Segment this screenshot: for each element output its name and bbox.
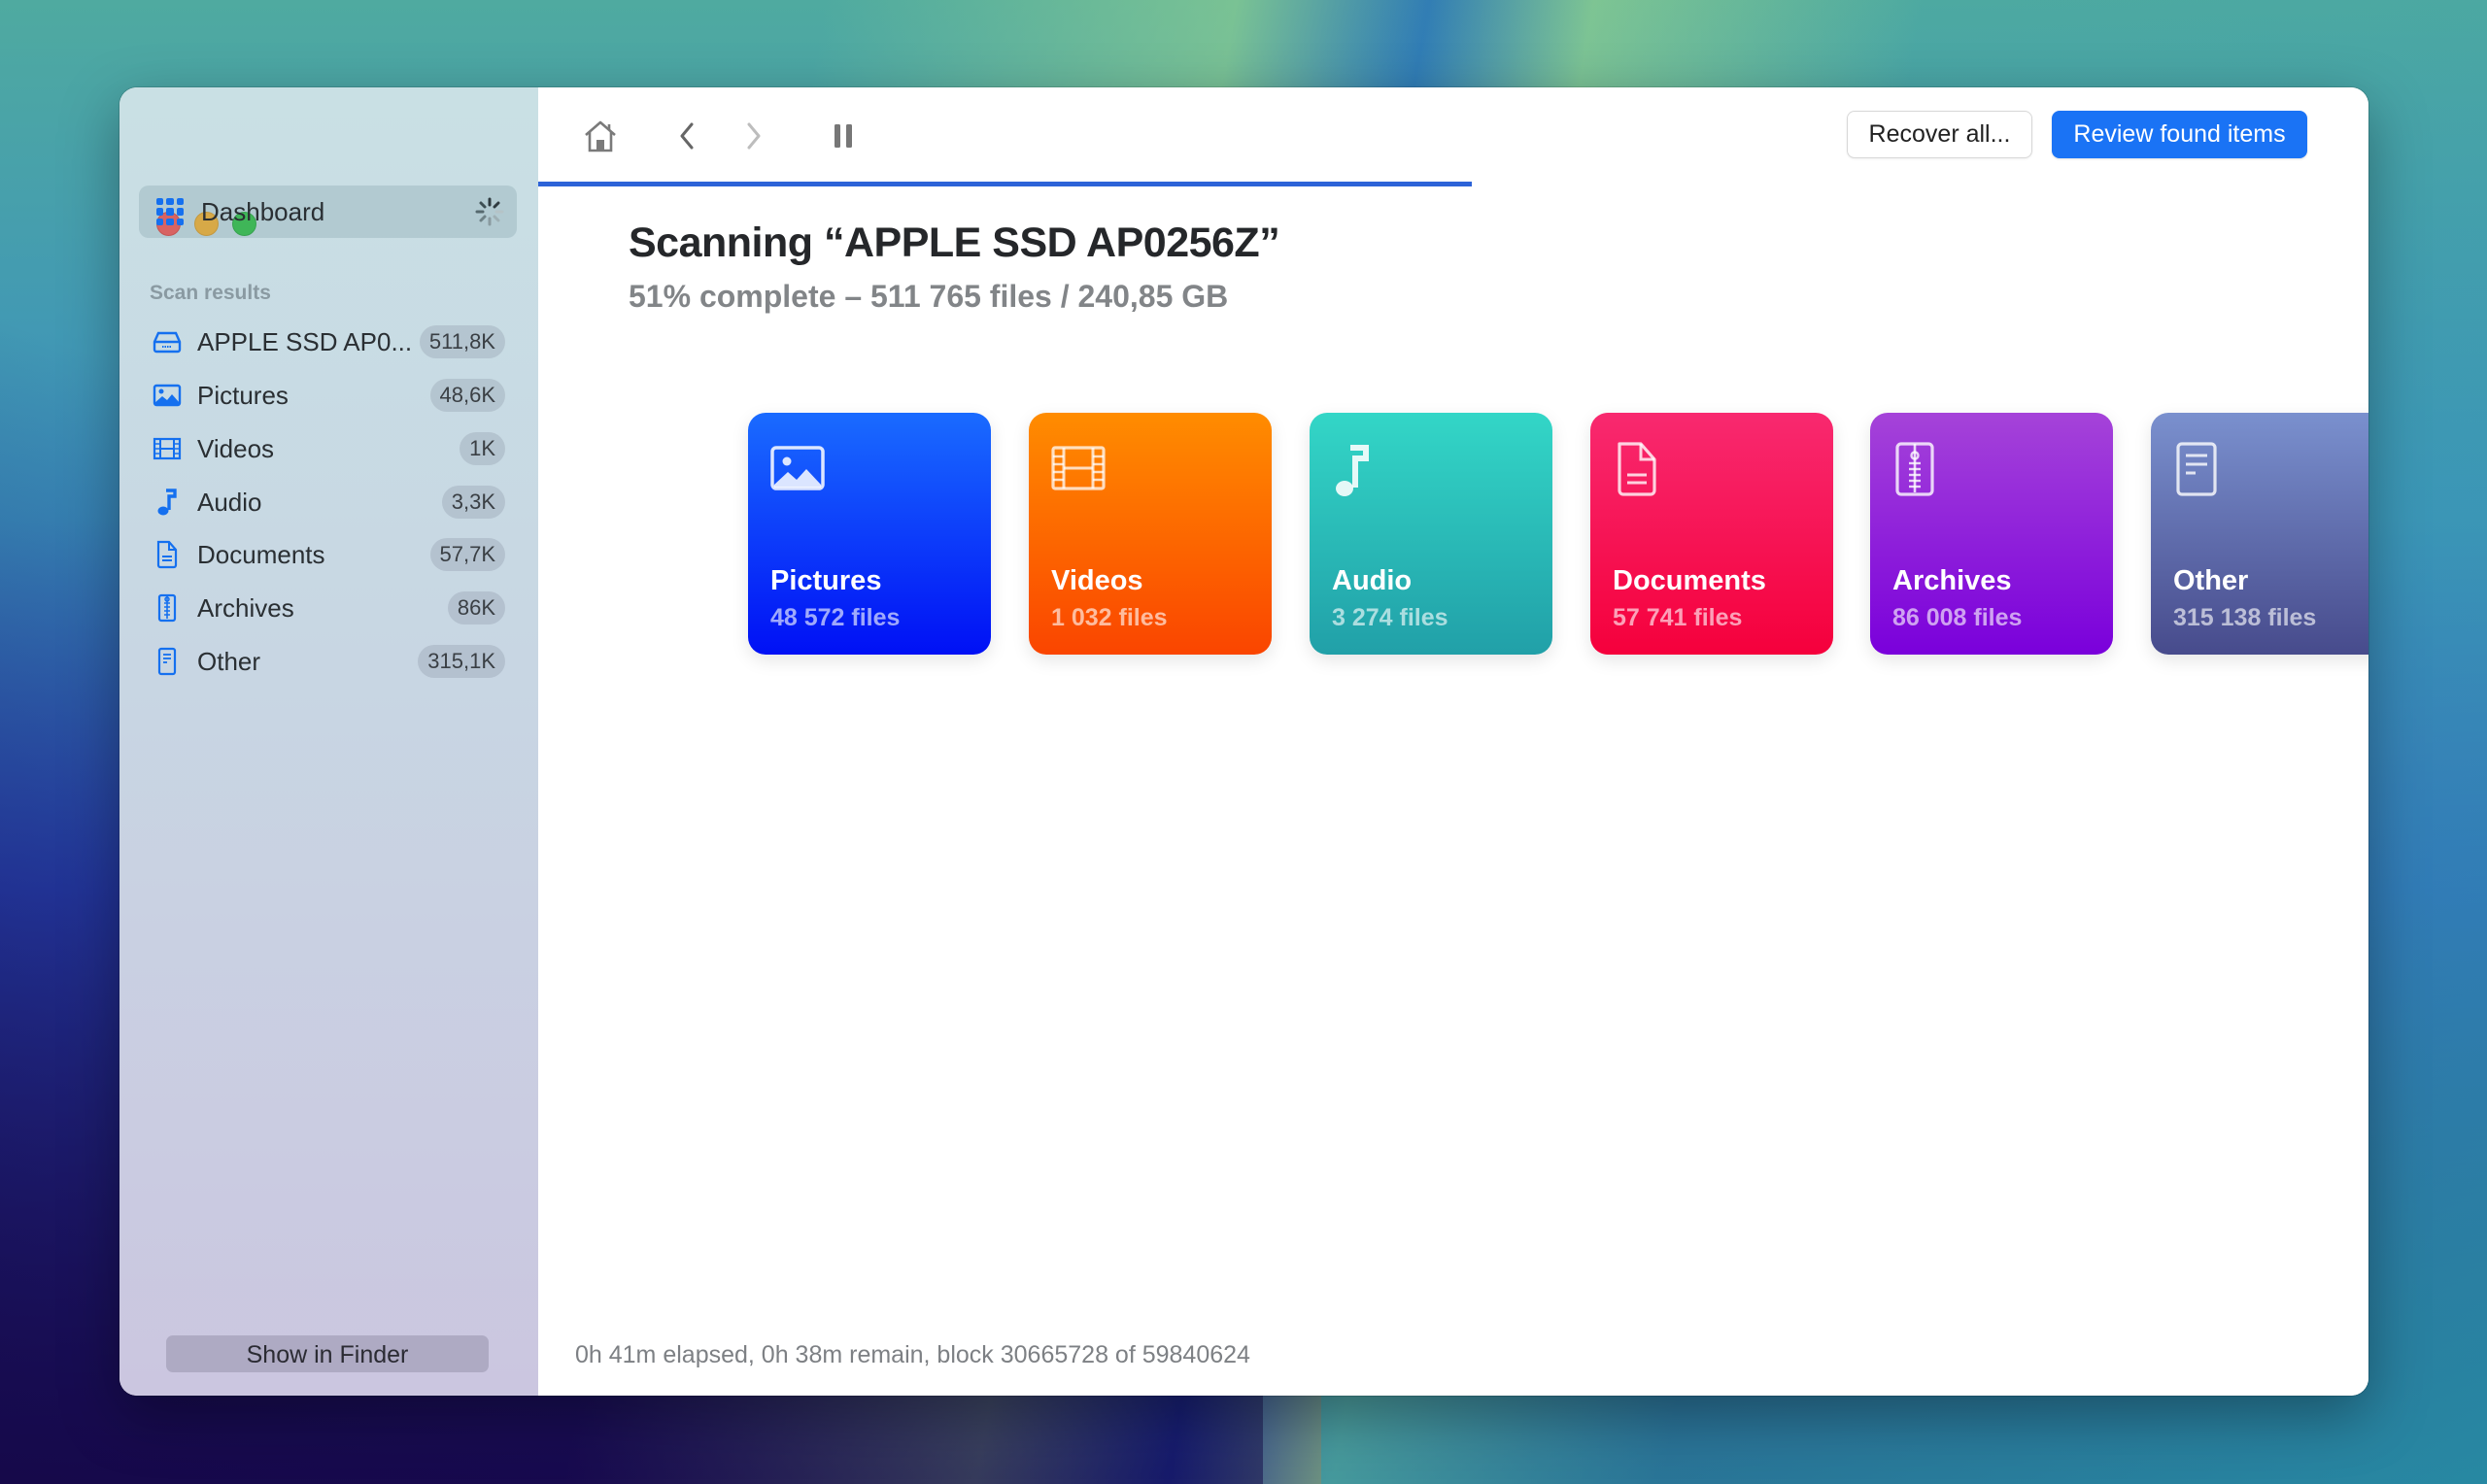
zip-archive-icon	[151, 591, 184, 624]
count-badge: 1K	[460, 432, 505, 465]
sidebar-item-label: Documents	[197, 539, 325, 569]
sidebar-item-label: Audio	[197, 487, 262, 517]
card-pictures[interactable]: Pictures 48 572 files	[748, 413, 991, 655]
sidebar-item-label: APPLE SSD AP0...	[197, 326, 413, 356]
card-audio[interactable]: Audio 3 274 files	[1310, 413, 1552, 655]
card-count: 3 274 files	[1332, 604, 1448, 631]
film-icon	[1051, 446, 1106, 490]
card-title: Audio	[1332, 565, 1413, 596]
photo-icon	[151, 379, 184, 412]
card-videos[interactable]: Videos 1 032 files	[1029, 413, 1272, 655]
film-icon	[151, 432, 184, 465]
text-file-icon	[151, 645, 184, 678]
count-badge: 57,7K	[429, 538, 505, 571]
sidebar-item-audio[interactable]: Audio 3,3K	[139, 479, 517, 525]
sidebar-item-label: Dashboard	[201, 196, 325, 226]
card-title: Archives	[1892, 565, 2012, 596]
forward-icon	[747, 122, 761, 150]
sidebar-item-label: Archives	[197, 592, 294, 623]
card-documents[interactable]: Documents 57 741 files	[1590, 413, 1833, 655]
back-button[interactable]	[667, 117, 706, 155]
home-icon	[585, 120, 616, 152]
count-badge: 86K	[447, 591, 505, 624]
sidebar-item-pictures[interactable]: Pictures 48,6K	[139, 372, 517, 419]
scan-summary: 51% complete – 511 765 files / 240,85 GB	[629, 279, 1229, 314]
card-count: 1 032 files	[1051, 604, 1168, 631]
review-found-items-button[interactable]: Review found items	[2052, 111, 2307, 158]
photo-icon	[770, 446, 825, 490]
scan-progress-bar	[538, 182, 2368, 186]
sidebar-item-label: Other	[197, 646, 261, 676]
card-title: Pictures	[770, 565, 882, 596]
spinner-icon	[475, 197, 504, 226]
card-archives[interactable]: Archives 86 008 files	[1870, 413, 2113, 655]
sidebar-item-drive[interactable]: APPLE SSD AP0... 511,8K	[139, 319, 517, 365]
sidebar-item-archives[interactable]: Archives 86K	[139, 585, 517, 631]
card-title: Other	[2173, 565, 2249, 596]
pause-button[interactable]	[824, 117, 863, 155]
back-icon	[680, 122, 694, 150]
card-title: Videos	[1051, 565, 1143, 596]
zip-archive-icon	[1895, 442, 1934, 496]
card-other[interactable]: Other 315 138 files	[2151, 413, 2368, 655]
scan-results-heading: Scan results	[150, 282, 271, 304]
recover-all-button[interactable]: Recover all...	[1847, 111, 2032, 158]
music-note-icon	[1336, 445, 1369, 496]
drive-icon	[151, 325, 184, 358]
music-note-icon	[151, 486, 184, 519]
main-content: Recover all... Review found items Scanni…	[538, 87, 2368, 1396]
page-title: Scanning “APPLE SSD AP0256Z”	[629, 219, 1280, 266]
sidebar-item-dashboard[interactable]: Dashboard	[139, 186, 517, 238]
sidebar-item-label: Videos	[197, 433, 275, 463]
sidebar-item-label: Pictures	[197, 380, 289, 410]
count-badge: 315,1K	[418, 645, 505, 678]
sidebar-item-other[interactable]: Other 315,1K	[139, 638, 517, 685]
scan-status-text: 0h 41m elapsed, 0h 38m remain, block 306…	[575, 1341, 1250, 1368]
card-count: 315 138 files	[2173, 604, 2317, 631]
sidebar-item-documents[interactable]: Documents 57,7K	[139, 531, 517, 578]
card-count: 57 741 files	[1613, 604, 1743, 631]
home-button[interactable]	[581, 117, 620, 155]
card-title: Documents	[1613, 565, 1766, 596]
card-count: 86 008 files	[1892, 604, 2023, 631]
show-in-finder-button[interactable]: Show in Finder	[166, 1335, 489, 1372]
count-badge: 511,8K	[419, 325, 505, 358]
sidebar: Dashboard Scan results APPLE SSD AP0... …	[119, 87, 539, 1396]
forward-button[interactable]	[734, 117, 773, 155]
document-icon	[151, 538, 184, 571]
app-window: Dashboard Scan results APPLE SSD AP0... …	[119, 87, 2368, 1396]
document-icon	[1618, 442, 1656, 496]
sidebar-item-videos[interactable]: Videos 1K	[139, 425, 517, 472]
count-badge: 3,3K	[441, 486, 505, 519]
card-count: 48 572 files	[770, 604, 901, 631]
scan-progress-fill	[538, 182, 1472, 186]
pause-icon	[835, 124, 852, 148]
text-file-icon	[2176, 442, 2217, 496]
count-badge: 48,6K	[429, 379, 505, 412]
grid-icon	[156, 198, 184, 225]
